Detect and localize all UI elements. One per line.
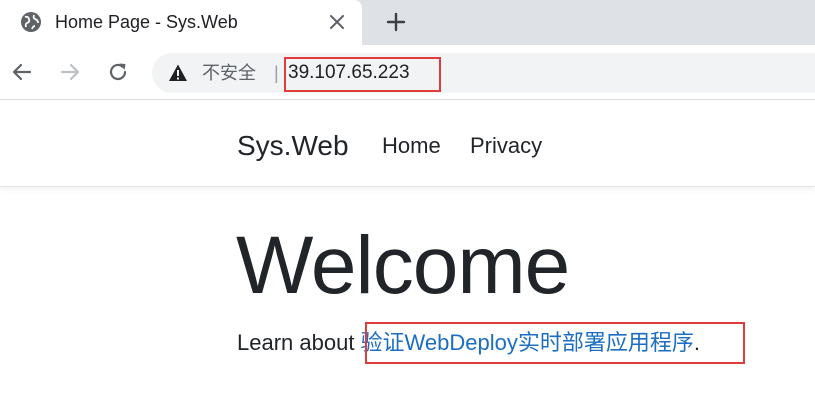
learn-link[interactable]: 验证WebDeploy实时部署应用程序 [361,330,694,355]
security-label[interactable]: 不安全 [202,62,256,84]
site-brand[interactable]: Sys.Web [237,129,349,163]
warning-triangle-icon[interactable] [168,63,188,83]
arrow-left-icon[interactable] [8,58,36,86]
nav-link-privacy[interactable]: Privacy [470,132,542,160]
browser-toolbar: 不安全 | 39.107.65.223 [0,45,815,100]
tab-strip: Home Page - Sys.Web [0,0,815,45]
reload-icon[interactable] [104,58,132,86]
tab-title: Home Page - Sys.Web [55,12,238,32]
nav-link-home[interactable]: Home [382,132,441,160]
plus-icon[interactable] [382,8,410,36]
url-text[interactable]: 39.107.65.223 [288,61,410,85]
arrow-right-icon[interactable] [56,58,84,86]
learn-prefix: Learn about [237,330,361,355]
globe-icon [20,11,42,33]
browser-tab[interactable]: Home Page - Sys.Web [0,0,362,45]
learn-about-text: Learn about 验证WebDeploy实时部署应用程序. [237,328,700,358]
learn-suffix: . [693,330,700,355]
page-heading: Welcome [236,220,570,311]
close-icon[interactable] [326,11,348,33]
address-bar[interactable]: 不安全 | 39.107.65.223 [152,53,815,93]
site-navbar: Sys.Web Home Privacy [0,101,815,187]
security-separator: | [274,63,279,83]
